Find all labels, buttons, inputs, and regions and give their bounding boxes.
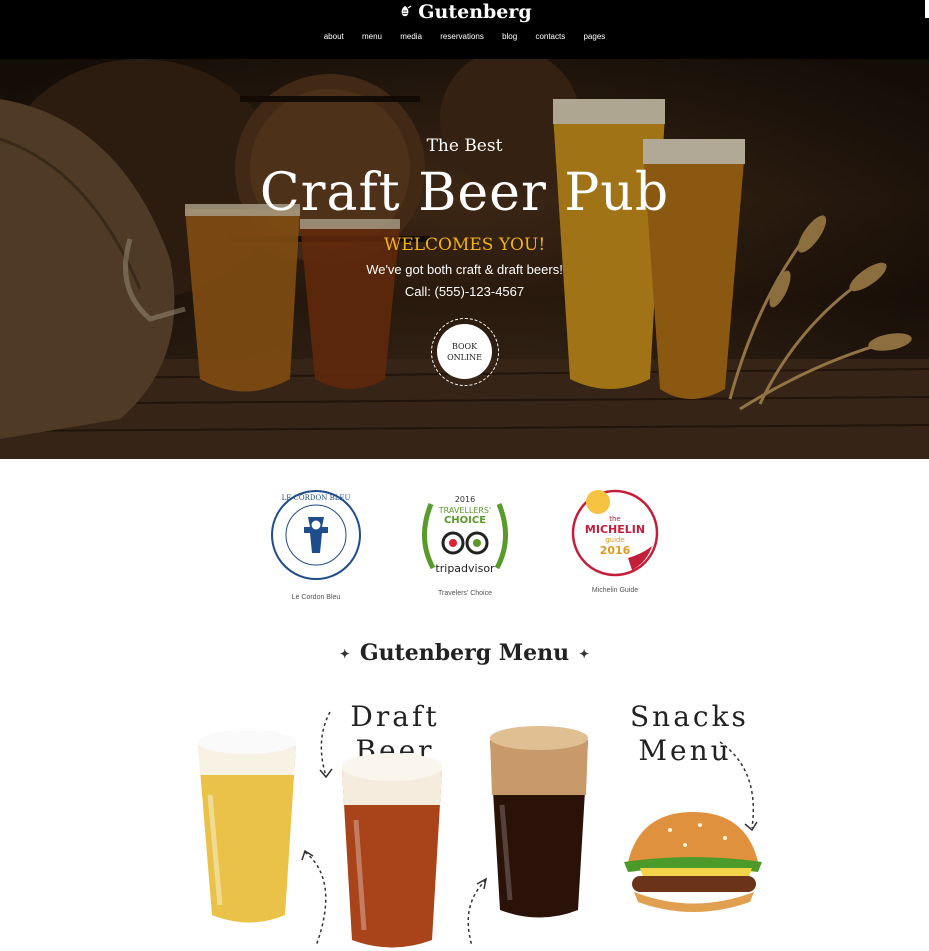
nav-contacts[interactable]: contacts [535, 32, 565, 41]
hero-background-image [0, 59, 929, 459]
logo-text: Gutenberg [418, 1, 532, 23]
menu-title-text: Gutenberg Menu [359, 640, 570, 666]
nav-menu[interactable]: menu [362, 32, 382, 41]
beer-glass-pale [198, 730, 296, 923]
arrow-stout [467, 879, 487, 947]
tripadvisor-brand: tripadvisor [435, 562, 495, 575]
snacks-label-line2: Menu [638, 734, 732, 767]
hero-welcome: WELCOMES YOU! [383, 235, 546, 255]
nav-about[interactable]: about [324, 32, 344, 41]
award-caption: Le Cordon Bleu [291, 594, 341, 601]
arrow-draft-beer [320, 711, 331, 777]
beer-glass-stout [490, 726, 588, 918]
hop-icon [401, 5, 412, 17]
nav-blog[interactable]: blog [502, 32, 517, 41]
snacks-label-line1: Snacks [630, 700, 749, 733]
ornament-left-icon: ✦ [339, 647, 350, 661]
ornament-right-icon: ✦ [579, 647, 590, 661]
award-cordon-bleu: LE CORDON BLEU Le Cordon Bleu [266, 487, 366, 601]
page: Gutenberg about menu media reservations … [0, 0, 929, 951]
arrow-lager [304, 851, 327, 947]
hero-phone: Call: (555)-123-4567 [404, 284, 525, 299]
book-online-label: BOOK ONLINE [437, 324, 492, 379]
michelin-brand: MICHELIN [585, 523, 645, 536]
michelin-logo: the MICHELIN guide 2016 [571, 489, 659, 577]
hero-subtitle: We've got both craft & draft beers! [366, 262, 563, 277]
top-bar: Gutenberg about menu media reservations … [0, 0, 929, 59]
nav-media[interactable]: media [400, 32, 422, 41]
tripadvisor-logo: 2016 TRAVELLERS' CHOICE tripadvisor [421, 495, 509, 575]
hero-title: Craft Beer Pub [259, 163, 670, 223]
cordon-bleu-logo-text: LE CORDON BLEU [282, 494, 351, 502]
snacks-label[interactable]: Snacks Menu [630, 700, 749, 768]
burger-image [624, 812, 762, 912]
michelin-guide: guide [605, 536, 625, 544]
award-caption: Michelin Guide [591, 587, 639, 594]
tripadvisor-line2: CHOICE [444, 515, 486, 526]
nav-reservations[interactable]: reservations [440, 32, 484, 41]
michelin-year: 2016 [600, 544, 631, 557]
michelin-the: the [609, 515, 621, 523]
scrollbar[interactable] [925, 0, 929, 18]
nav-pages[interactable]: pages [583, 32, 605, 41]
hero-banner: The Best Craft Beer Pub WELCOMES YOU! We… [0, 59, 929, 459]
tripadvisor-year: 2016 [455, 495, 475, 504]
draft-beer-label[interactable]: Draft Beer [330, 700, 460, 768]
main-nav: about menu media reservations blog conta… [0, 32, 929, 41]
menu-section-title: ✦ Gutenberg Menu ✦ [0, 640, 929, 666]
site-logo[interactable]: Gutenberg [0, 0, 929, 24]
award-travellers-choice: 2016 TRAVELLERS' CHOICE tripadvisor Trav… [415, 488, 515, 597]
award-caption: Travelers' Choice [438, 590, 492, 597]
award-michelin: the MICHELIN guide 2016 Michelin Guide [565, 488, 665, 594]
hero-kicker: The Best [426, 136, 503, 156]
beer-glass-amber [342, 753, 442, 948]
book-online-button[interactable]: BOOK ONLINE [431, 318, 499, 386]
cordon-bleu-logo: LE CORDON BLEU [271, 490, 361, 580]
tripadvisor-line1: TRAVELLERS' [438, 506, 491, 515]
